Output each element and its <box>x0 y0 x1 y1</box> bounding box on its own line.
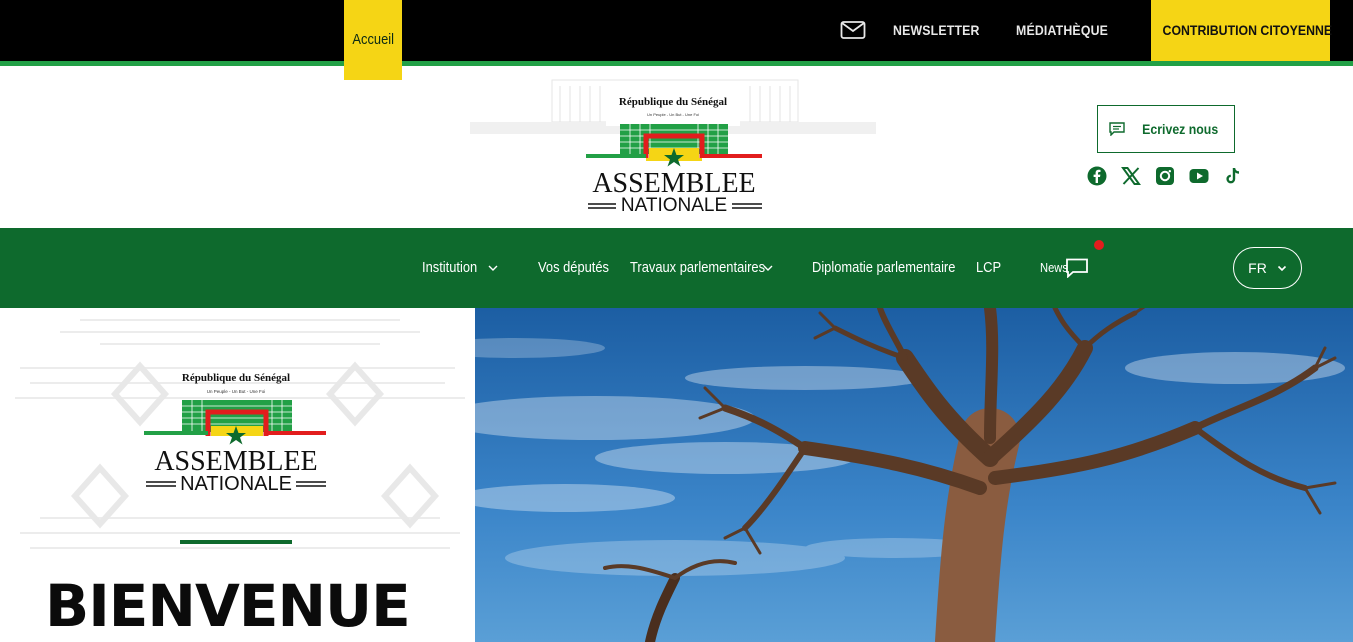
hero-logo-nationale: NATIONALE <box>180 473 292 495</box>
nav-item-lcp[interactable]: LCP <box>976 228 1001 308</box>
social-links <box>1087 166 1243 186</box>
assemblee-nationale-logo[interactable]: République du Sénégal Un Peuple - Un But… <box>470 78 876 218</box>
hero-divider <box>180 540 292 544</box>
nav-item-accueil[interactable]: Accueil <box>344 0 402 80</box>
news-notification-dot <box>1094 240 1104 250</box>
motto-text: Un Peuple - Un But - Une Foi <box>647 112 699 117</box>
hero-motto-text: Un Peuple - Un But - Une Foi <box>207 389 266 394</box>
chevron-down-icon <box>763 265 773 271</box>
republic-text: République du Sénégal <box>619 96 727 108</box>
chevron-down-icon <box>1277 265 1286 272</box>
language-selector[interactable]: FR <box>1233 247 1302 289</box>
tiktok-icon[interactable] <box>1223 166 1243 186</box>
hero-republic-text: République du Sénégal <box>182 372 290 384</box>
nav-item-diplomatie-parlementaire[interactable]: Diplomatie parlementaire <box>812 228 955 308</box>
hero-heading: BIENVENUE <box>45 572 411 640</box>
youtube-icon[interactable] <box>1189 166 1209 186</box>
mail-icon[interactable] <box>840 20 866 40</box>
language-label: FR <box>1248 260 1267 276</box>
chat-bubble-icon <box>1066 258 1088 278</box>
nav-item-news[interactable]: News <box>1040 228 1068 308</box>
x-icon[interactable] <box>1121 166 1141 186</box>
logo-nationale: NATIONALE <box>621 195 727 216</box>
write-us-label: Ecrivez nous <box>1141 121 1219 137</box>
hero-logo: République du Sénégal Un Peuple - Un But… <box>144 372 326 495</box>
nav-item-travaux-parlementaires[interactable]: Travaux parlementaires <box>630 228 765 308</box>
write-us-button[interactable]: Ecrivez nous <box>1097 105 1235 153</box>
message-icon <box>1109 122 1125 136</box>
contribution-citoyenne-button[interactable]: CONTRIBUTION CITOYENNE <box>1151 0 1333 61</box>
facebook-icon[interactable] <box>1087 166 1107 186</box>
contribution-label: CONTRIBUTION CITOYENNE <box>1162 22 1333 38</box>
newsletter-link[interactable]: NEWSLETTER <box>893 0 980 61</box>
baobab-photo <box>475 308 1353 642</box>
nav-item-institution[interactable]: Institution <box>422 228 477 308</box>
chevron-down-icon <box>488 265 498 271</box>
nav-accueil-label: Accueil <box>352 31 394 48</box>
instagram-icon[interactable] <box>1155 166 1175 186</box>
hero-image-baobab <box>475 308 1353 642</box>
mediatheque-link[interactable]: MÉDIATHÈQUE <box>1016 0 1108 61</box>
nav-item-vos-deputes[interactable]: Vos députés <box>538 228 609 308</box>
